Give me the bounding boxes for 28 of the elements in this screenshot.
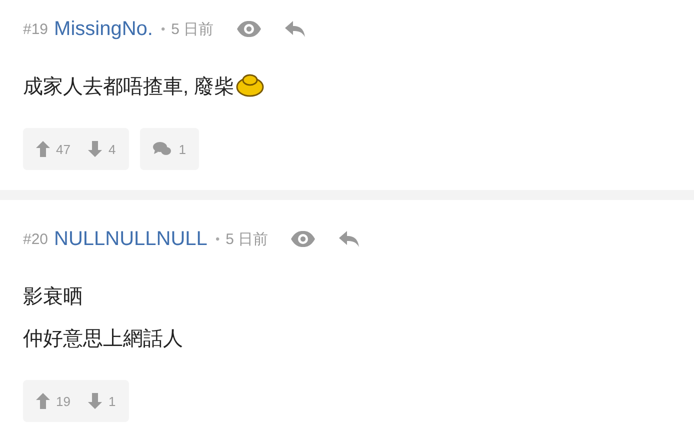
post-number: #19 (23, 20, 48, 38)
separator-dot: • (215, 232, 220, 246)
vote-button[interactable]: 47 4 (23, 128, 129, 170)
upvote-icon (36, 393, 50, 409)
reply-icon[interactable] (284, 20, 306, 38)
eye-icon[interactable] (236, 20, 262, 38)
downvote-icon (88, 141, 102, 157)
comment-text: 成家人去都唔揸車, 廢柴 (23, 74, 234, 100)
reply-count-button[interactable]: 1 (140, 128, 199, 170)
post-time: 5 日前 (171, 20, 214, 38)
downvote-icon (88, 393, 102, 409)
reply-icon[interactable] (338, 230, 360, 248)
comment-text: 仲好意思上網話人 (23, 326, 183, 352)
downvote-count: 4 (108, 142, 116, 156)
post-number: #20 (23, 230, 48, 248)
upvote-icon (36, 141, 50, 157)
upvote-count: 47 (56, 142, 70, 156)
username-link[interactable]: MissingNo. (54, 18, 153, 40)
vote-button[interactable]: 19 1 (23, 380, 129, 422)
username-link[interactable]: NULLNULLNULL (54, 228, 208, 250)
reply-count: 1 (178, 142, 186, 156)
comment-icon (152, 141, 171, 157)
post-time: 5 日前 (226, 230, 268, 248)
separator-dot: • (160, 22, 166, 36)
upvote-count: 19 (56, 394, 70, 408)
eye-icon[interactable] (290, 230, 316, 248)
comment-text: 影衰晒 (23, 284, 83, 310)
downvote-count: 1 (108, 394, 116, 408)
